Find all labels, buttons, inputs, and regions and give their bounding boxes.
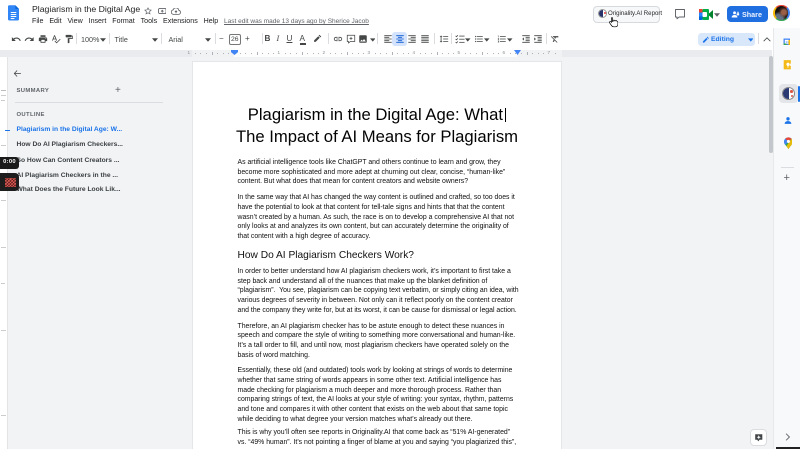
svg-text:31: 31 [786, 40, 790, 44]
